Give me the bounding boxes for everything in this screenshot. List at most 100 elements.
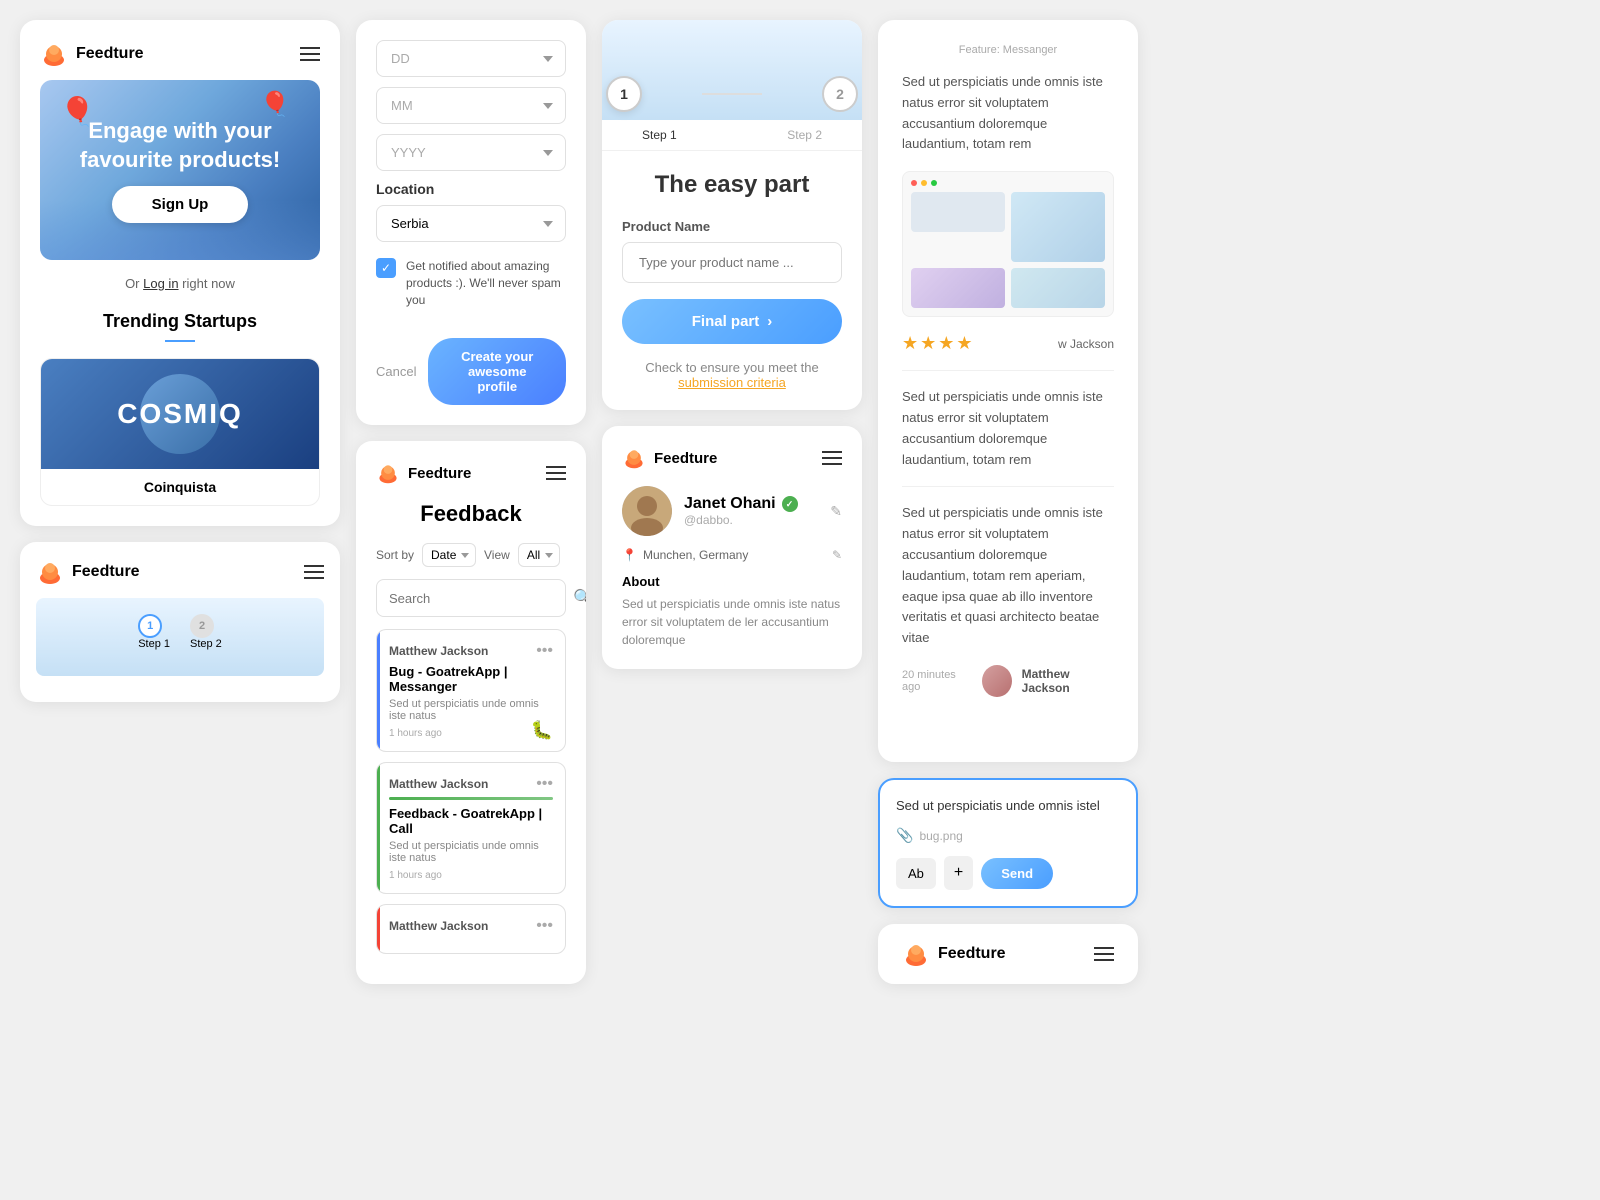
login-link[interactable]: Log in [143, 276, 178, 291]
form-actions: Cancel Create your awesome profile [376, 338, 566, 405]
hamburger-menu-profile[interactable] [822, 451, 842, 465]
reviewer-avatar [982, 665, 1012, 697]
chevron-right-icon: › [767, 313, 772, 330]
column-2: DD MM YYYY Location Serbia ✓ Get notifie… [356, 20, 586, 984]
chat-box: Sed ut perspiciatis unde omnis istel 📎 b… [878, 778, 1138, 909]
feedture-logo-1: Feedture [40, 40, 144, 68]
final-part-button[interactable]: Final part › [622, 299, 842, 344]
feedture-logo-icon-bottom [902, 940, 930, 968]
feedture-logo-text-2: Feedture [72, 563, 140, 581]
reviews-panel: Feature: Messanger Sed ut perspiciatis u… [878, 20, 1138, 762]
feedback-item-time-2: 1 hours ago [389, 870, 553, 881]
submission-link[interactable]: submission criteria [678, 375, 786, 390]
send-button[interactable]: Send [981, 858, 1053, 889]
startup-image: COSMIQ [41, 359, 319, 469]
feedback-menu-2[interactable]: ••• [536, 775, 553, 793]
edit-icon[interactable]: ✎ [830, 503, 842, 520]
feedback-menu-3[interactable]: ••• [536, 917, 553, 935]
mobile-app-card-2: Feedture 1 Step 1 2 [20, 542, 340, 702]
product-name-label: Product Name [622, 219, 842, 234]
minimize-dot [921, 180, 927, 186]
avatar-image [622, 486, 672, 536]
cancel-button[interactable]: Cancel [376, 364, 416, 379]
profile-user-row: Janet Ohani ✓ @dabbo. ✎ [622, 486, 842, 536]
feedback-item-2: Matthew Jackson ••• Feedback - GoatrekAp… [376, 762, 566, 894]
page-container: Feedture 🎈 🎈 Engage with your favourite … [20, 20, 1580, 984]
checkbox-text: Get notified about amazing products :). … [406, 258, 566, 308]
step-2-label: Step 2 [787, 128, 822, 142]
feedback-green-bar [389, 797, 553, 800]
hamburger-menu-2[interactable] [304, 565, 324, 579]
review-long: Sed ut perspiciatis unde omnis iste natu… [902, 503, 1114, 649]
browser-bar [911, 180, 1105, 186]
feedback-item-desc-2: Sed ut perspiciatis unde omnis iste natu… [389, 840, 553, 864]
checkbox[interactable]: ✓ [376, 258, 396, 278]
step-hero: 1 2 [602, 20, 862, 120]
step-2-circle-mini: 2 [190, 614, 214, 638]
feedback-menu-1[interactable]: ••• [536, 642, 553, 660]
location-select[interactable]: Serbia [376, 205, 566, 242]
mm-select[interactable]: MM [376, 87, 566, 124]
startup-name: Coinquista [41, 469, 319, 505]
hamburger-menu-1[interactable] [300, 47, 320, 61]
hamburger-menu-bottom[interactable] [1094, 947, 1114, 961]
format-button-ab[interactable]: Ab [896, 858, 936, 889]
step-card-body: The easy part Product Name Final part › … [602, 151, 862, 410]
search-icon[interactable]: 🔍 [573, 588, 586, 608]
edit-location-icon[interactable]: ✎ [832, 548, 842, 562]
feedback-item-title-1: Bug - GoatrekApp | Messanger [389, 664, 553, 694]
user-handle: @dabbo. [684, 513, 818, 527]
feedback-author-1: Matthew Jackson [389, 644, 488, 658]
dd-select[interactable]: DD [376, 40, 566, 77]
step-2-label-mini: Step 2 [190, 638, 222, 650]
about-label: About [622, 574, 842, 589]
chat-message: Sed ut perspiciatis unde omnis istel [896, 796, 1120, 816]
mobile-app-card-1: Feedture 🎈 🎈 Engage with your favourite … [20, 20, 340, 526]
feature-label: Feature: Messanger [902, 44, 1114, 56]
view-label: View [484, 548, 510, 562]
column-1: Feedture 🎈 🎈 Engage with your favourite … [20, 20, 340, 984]
step-labels-row: Step 1 Step 2 [602, 120, 862, 151]
chat-attachment: 📎 bug.png [896, 827, 1120, 844]
step-1-circle-mini: 1 [138, 614, 162, 638]
submission-text: Check to ensure you meet the submission … [622, 360, 842, 390]
sort-select[interactable]: Date [422, 543, 476, 567]
user-info: Janet Ohani ✓ @dabbo. [684, 495, 818, 527]
cosmiq-brand: COSMIQ [117, 398, 243, 430]
product-name-input[interactable] [622, 242, 842, 283]
location-text: Munchen, Germany [643, 548, 748, 562]
signup-button[interactable]: Sign Up [112, 186, 249, 223]
search-input[interactable] [389, 591, 565, 606]
feedture-logo-icon-1 [40, 40, 68, 68]
mockup-block-1 [911, 192, 1005, 232]
view-select[interactable]: All [518, 543, 560, 567]
review-time-row: 20 minutes ago Matthew Jackson [902, 665, 1114, 697]
feedture-logo-feedback: Feedture [376, 461, 471, 485]
hamburger-menu-feedback[interactable] [546, 466, 566, 480]
review-desc-2: Sed ut perspiciatis unde omnis iste natu… [902, 387, 1114, 470]
mockup-image [902, 171, 1114, 317]
startup-card: COSMIQ Coinquista [40, 358, 320, 506]
step-1-label-mini: Step 1 [138, 638, 170, 650]
yyyy-select[interactable]: YYYY [376, 134, 566, 171]
feedback-title: Feedback [376, 501, 566, 527]
reviewer-name-1: w Jackson [1058, 337, 1114, 351]
divider-2 [902, 486, 1114, 487]
mockup-block-3 [911, 268, 1005, 308]
balloon-2-icon: 🎈 [260, 90, 290, 119]
feedback-item-desc-1: Sed ut perspiciatis unde omnis iste natu… [389, 698, 553, 722]
profile-logo-row: Feedture [622, 446, 842, 470]
feedture-logo-text-1: Feedture [76, 45, 144, 63]
step-main-title: The easy part [622, 171, 842, 199]
login-text: Or Log in right now [40, 276, 320, 291]
create-profile-button[interactable]: Create your awesome profile [428, 338, 566, 405]
add-button[interactable]: + [944, 856, 973, 890]
verified-badge: ✓ [782, 496, 798, 512]
feedture-logo-2: Feedture [36, 558, 140, 586]
step-indicator-mini: 1 Step 1 2 Step 2 [52, 614, 308, 650]
feedture-logo-text-bottom: Feedture [938, 945, 1006, 963]
feedback-card: Feedture Feedback Sort by Date View All [356, 441, 586, 984]
divider-1 [902, 370, 1114, 371]
user-name: Janet Ohani ✓ [684, 495, 818, 513]
step-numbers-row: 1 2 [606, 76, 858, 112]
